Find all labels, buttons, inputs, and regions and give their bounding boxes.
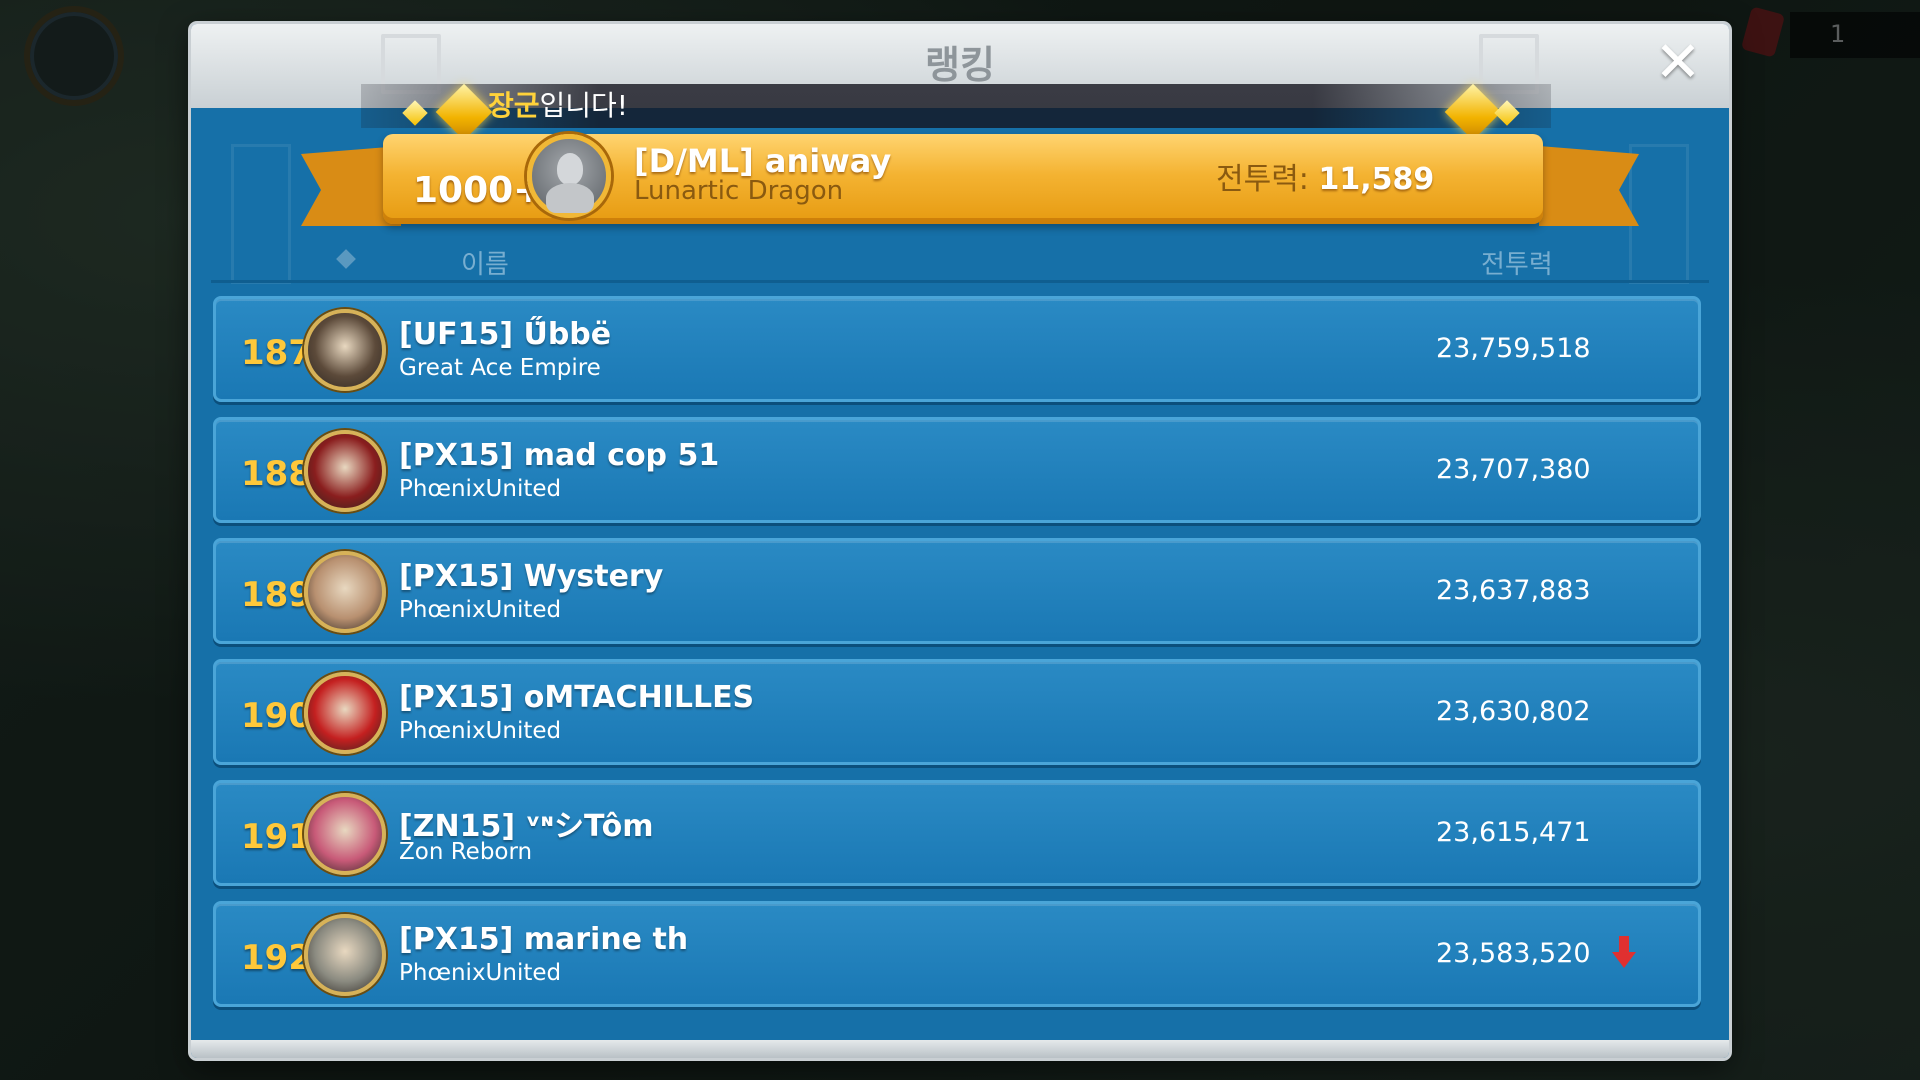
row-power: 23,707,380 — [1436, 454, 1591, 485]
row-rank: 187 — [241, 333, 312, 373]
column-header-name[interactable]: 이름 — [461, 244, 509, 281]
rank-title-text: 장군입니다! — [488, 84, 628, 124]
avatar-body-icon — [546, 183, 594, 213]
row-alliance-name: Zon Reborn — [399, 839, 533, 865]
avatar-head-icon — [557, 153, 583, 185]
my-rank: 1000+ — [413, 170, 544, 211]
row-alliance-name: PhœnixUnited — [399, 476, 562, 502]
row-power: 23,637,883 — [1436, 575, 1591, 606]
row-player-name: [PX15] marine th — [399, 922, 689, 957]
player-avatar[interactable] — [304, 672, 386, 754]
column-header-power[interactable]: 전투력 — [1481, 244, 1553, 281]
ribbon-tail — [1539, 146, 1639, 226]
row-alliance-name: PhœnixUnited — [399, 718, 562, 744]
player-avatar[interactable] — [304, 430, 386, 512]
ranking-panel: 랭킹 ✕ 장군입니다! 1000+ [D/ML] aniway Lunartic… — [191, 24, 1729, 1058]
rank-title-suffix: 입니다! — [539, 89, 629, 122]
row-rank: 192 — [241, 938, 312, 978]
table-row[interactable]: 188 [PX15] mad cop 51 PhœnixUnited 23,707,3… — [213, 417, 1701, 523]
my-alliance-name: Lunartic Dragon — [634, 176, 844, 206]
panel-title: 랭킹 — [925, 43, 995, 87]
table-row[interactable]: 192 [PX15] marine th PhœnixUnited 23,583,52… — [213, 901, 1701, 1007]
sort-diamond-icon — [336, 249, 356, 269]
my-player-name: [D/ML] aniway — [634, 142, 892, 180]
row-alliance-name: Great Ace Empire — [399, 355, 601, 381]
decorative-border — [1629, 144, 1689, 284]
row-rank: 190 — [241, 696, 312, 736]
row-rank: 189 — [241, 575, 312, 615]
row-player-name: [PX15] mad cop 51 — [399, 438, 720, 473]
my-power-value: 11,589 — [1318, 162, 1435, 197]
my-power-label: 전투력: — [1216, 162, 1319, 197]
table-row[interactable]: 187 [UF15] Ű̈bbë Great Ace Empire 23,759,51… — [213, 296, 1701, 402]
my-avatar[interactable] — [527, 134, 611, 218]
row-player-name: [UF15] Ű̈bbë — [399, 317, 612, 352]
close-button[interactable]: ✕ — [1651, 35, 1705, 92]
row-power: 23,615,471 — [1436, 817, 1591, 848]
row-player-name: [PX15] Wystery — [399, 559, 664, 594]
table-row[interactable]: 189 [PX15] Wystery PhœnixUnited 23,637,883 — [213, 538, 1701, 644]
row-rank: 191 — [241, 817, 312, 857]
row-rank: 188 — [241, 454, 312, 494]
row-player-name: [PX15] oMTACHILLES — [399, 680, 755, 715]
table-row[interactable]: 191 [ZN15] ᵛᶰシTôm Zon Reborn 23,615,471 — [213, 780, 1701, 886]
divider — [211, 280, 1709, 283]
panel-footer — [191, 1040, 1729, 1058]
row-alliance-name: PhœnixUnited — [399, 960, 562, 986]
player-avatar[interactable] — [304, 914, 386, 996]
player-avatar[interactable] — [304, 551, 386, 633]
row-power: 23,759,518 — [1436, 333, 1591, 364]
decorative-border — [231, 144, 291, 284]
row-alliance-name: PhœnixUnited — [399, 597, 562, 623]
player-avatar[interactable] — [304, 309, 386, 391]
player-avatar[interactable] — [304, 793, 386, 875]
row-power: 23,583,520 — [1436, 938, 1591, 969]
table-row[interactable]: 190 [PX15] oMTACHILLES PhœnixUnited 23,630,… — [213, 659, 1701, 765]
rank-down-arrow-icon — [1612, 936, 1636, 970]
row-power: 23,630,802 — [1436, 696, 1591, 727]
my-power: 전투력: 11,589 — [1216, 154, 1434, 198]
rank-title-highlight: 장군 — [488, 89, 540, 122]
